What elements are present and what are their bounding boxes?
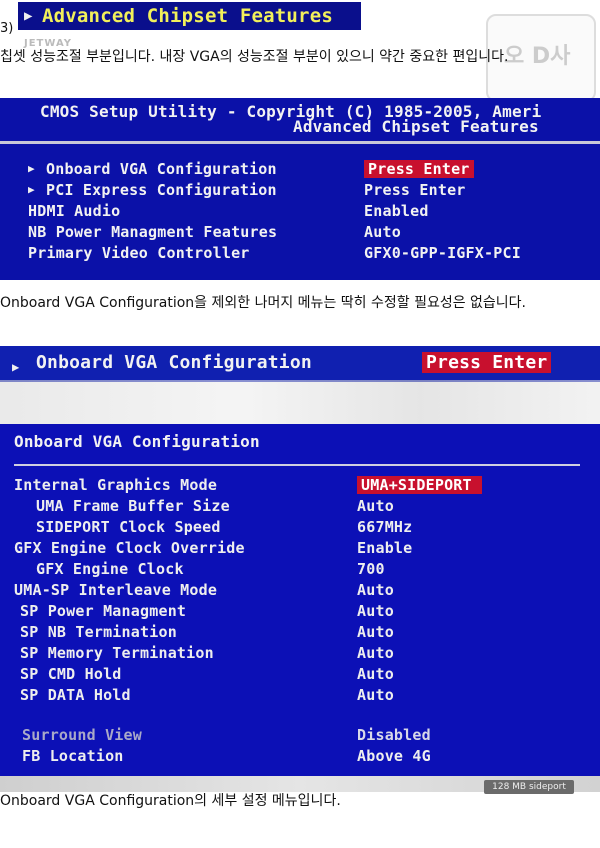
menu-item-value: Auto bbox=[364, 223, 401, 241]
panel-title: Onboard VGA Configuration bbox=[14, 432, 260, 451]
advanced-chipset-banner: ▶ Advanced Chipset Features bbox=[18, 2, 361, 30]
setting-row-sp-power-managment[interactable]: SP Power Managment Auto bbox=[0, 602, 600, 622]
submenu-arrow-icon: ▶ bbox=[28, 162, 35, 175]
setting-value: Enable bbox=[357, 539, 413, 557]
title-divider bbox=[14, 464, 580, 466]
setting-value: 667MHz bbox=[357, 518, 413, 536]
menu-item-onboard-vga[interactable]: ▶ Onboard VGA Configuration Press Enter bbox=[0, 160, 600, 180]
setting-value: 700 bbox=[357, 560, 385, 578]
submenu-arrow-icon: ▶ bbox=[24, 8, 33, 24]
setting-row-gfx-engine-clock[interactable]: GFX Engine Clock 700 bbox=[0, 560, 600, 580]
submenu-arrow-icon: ▶ bbox=[28, 183, 35, 196]
menu-item-value: Enabled bbox=[364, 202, 429, 220]
setting-value: Auto bbox=[357, 497, 394, 515]
menu-item-label: Onboard VGA Configuration bbox=[46, 160, 277, 178]
setting-value: Auto bbox=[357, 665, 394, 683]
menu-item-label: PCI Express Configuration bbox=[46, 181, 277, 199]
setting-row-sp-nb-termination[interactable]: SP NB Termination Auto bbox=[0, 623, 600, 643]
setting-row-fb-location[interactable]: FB Location Above 4G bbox=[0, 747, 600, 767]
setting-row-uma-sp-interleave-mode[interactable]: UMA-SP Interleave Mode Auto bbox=[0, 581, 600, 601]
setting-label: Surround View bbox=[22, 726, 142, 744]
menu-item-hdmi-audio[interactable]: HDMI Audio Enabled bbox=[0, 202, 600, 222]
setting-row-sp-data-hold[interactable]: SP DATA Hold Auto bbox=[0, 686, 600, 706]
setting-value: Auto bbox=[357, 623, 394, 641]
banner-title: Advanced Chipset Features bbox=[42, 5, 333, 27]
menu-item-nb-power[interactable]: NB Power Managment Features Auto bbox=[0, 223, 600, 243]
setting-row-sideport-clock-speed[interactable]: SIDEPORT Clock Speed 667MHz bbox=[0, 518, 600, 538]
setting-label: SIDEPORT Clock Speed bbox=[36, 518, 221, 536]
setting-row-uma-frame-buffer-size[interactable]: UMA Frame Buffer Size Auto bbox=[0, 497, 600, 517]
menu-item-label: HDMI Audio bbox=[28, 202, 121, 220]
setting-label: SP NB Termination bbox=[20, 623, 177, 641]
setting-value: Auto bbox=[357, 644, 394, 662]
bios-advanced-chipset-panel: CMOS Setup Utility - Copyright (C) 1985-… bbox=[0, 98, 600, 280]
setting-row-sp-cmd-hold[interactable]: SP CMD Hold Auto bbox=[0, 665, 600, 685]
setting-row-surround-view[interactable]: Surround View Disabled bbox=[0, 726, 600, 746]
setting-row-internal-graphics-mode[interactable]: Internal Graphics Mode UMA+SIDEPORT bbox=[0, 476, 600, 496]
setting-label: FB Location bbox=[22, 747, 124, 765]
menu-item-value: Press Enter bbox=[422, 352, 552, 373]
mid-text: Onboard VGA Configuration을 제외한 나머지 메뉴는 딱… bbox=[0, 295, 527, 311]
setting-label: UMA-SP Interleave Mode bbox=[14, 581, 218, 599]
bios-header-title: Advanced Chipset Features bbox=[293, 117, 539, 136]
setting-value: Above 4G bbox=[357, 747, 431, 765]
intro-text: 칩셋 성능조절 부분입니다. 내장 VGA의 성능조절 부분이 있으니 약간 중… bbox=[0, 49, 509, 65]
step-number: 3) bbox=[0, 21, 14, 36]
setting-value: Auto bbox=[357, 602, 394, 620]
bios-onboard-vga-config-panel: Onboard VGA Configuration Internal Graph… bbox=[0, 424, 600, 780]
setting-value: Disabled bbox=[357, 726, 431, 744]
submenu-arrow-icon: ▶ bbox=[12, 360, 20, 374]
bios-onboard-vga-zoom[interactable]: ▶ Onboard VGA Configuration Press Enter bbox=[0, 346, 600, 382]
setting-row-sp-memory-termination[interactable]: SP Memory Termination Auto bbox=[0, 644, 600, 664]
setting-label: SP Power Managment bbox=[20, 602, 187, 620]
menu-item-primary-video[interactable]: Primary Video Controller GFX0-GPP-IGFX-P… bbox=[0, 244, 600, 264]
menu-item-label: Primary Video Controller bbox=[28, 244, 250, 262]
setting-value: Auto bbox=[357, 581, 394, 599]
setting-label: GFX Engine Clock Override bbox=[14, 539, 245, 557]
setting-value: Auto bbox=[357, 686, 394, 704]
setting-label: SP DATA Hold bbox=[20, 686, 131, 704]
menu-item-value: Press Enter bbox=[364, 160, 474, 178]
menu-item-pci-express[interactable]: ▶ PCI Express Configuration Press Enter bbox=[0, 181, 600, 201]
setting-label: SP CMD Hold bbox=[20, 665, 122, 683]
setting-label: GFX Engine Clock bbox=[36, 560, 184, 578]
menu-item-value: GFX0-GPP-IGFX-PCI bbox=[364, 244, 521, 262]
header-divider bbox=[0, 141, 600, 144]
setting-row-gfx-engine-clock-override[interactable]: GFX Engine Clock Override Enable bbox=[0, 539, 600, 559]
detail-caption: Onboard VGA Configuration의 세부 설정 메뉴입니다. bbox=[0, 793, 341, 809]
setting-value: UMA+SIDEPORT bbox=[357, 476, 482, 494]
menu-item-label: Onboard VGA Configuration bbox=[36, 352, 312, 373]
setting-label: SP Memory Termination bbox=[20, 644, 214, 662]
menu-item-label: NB Power Managment Features bbox=[28, 223, 278, 241]
menu-item-value: Press Enter bbox=[364, 181, 466, 199]
setting-label: UMA Frame Buffer Size bbox=[36, 497, 230, 515]
motherboard-photo-band bbox=[0, 380, 600, 424]
setting-label: Internal Graphics Mode bbox=[14, 476, 218, 494]
